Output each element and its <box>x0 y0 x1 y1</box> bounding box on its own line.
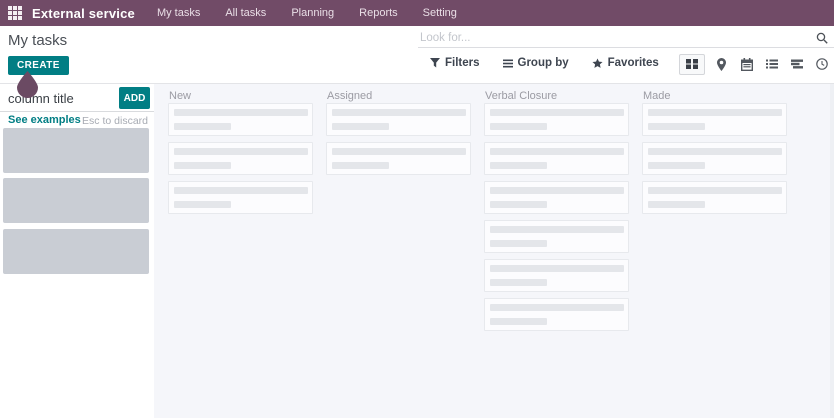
skeleton-bar-short <box>490 318 547 325</box>
list-icon <box>765 59 778 69</box>
app-window: External service My tasks All tasks Planni… <box>0 0 834 418</box>
kanban-card-skeleton <box>642 142 787 175</box>
skeleton-bar-short <box>648 201 705 208</box>
filter-button-label: Group by <box>517 57 569 69</box>
nav-item-reports[interactable]: Reports <box>359 7 398 19</box>
view-switcher <box>679 53 830 75</box>
kanban-card-skeleton <box>642 103 787 136</box>
kanban-card-skeleton <box>168 142 313 175</box>
skeleton-bar-short <box>332 162 389 169</box>
gantt-icon <box>790 59 803 69</box>
kanban-column-title: New <box>169 90 192 102</box>
view-kanban-button[interactable] <box>679 53 705 75</box>
skeleton-bar-long <box>490 304 624 311</box>
nav-item-all-tasks[interactable]: All tasks <box>225 7 266 19</box>
search-filters: Filters Group by Favorites <box>430 55 659 71</box>
kanban-card-skeleton <box>168 103 313 136</box>
filter-icon <box>430 58 440 68</box>
skeleton-bar-long <box>174 187 308 194</box>
bars-icon <box>502 59 513 68</box>
kanban-card-skeleton <box>484 220 629 253</box>
add-column-button[interactable]: ADD <box>119 87 150 109</box>
skeleton-bar-short <box>174 123 231 130</box>
search-bar <box>418 28 834 48</box>
view-gantt-button[interactable] <box>788 54 805 74</box>
skeleton-bar-short <box>332 123 389 130</box>
example-column-placeholder <box>3 128 149 173</box>
view-activity-button[interactable] <box>813 54 830 74</box>
filter-button-label: Favorites <box>607 57 659 69</box>
column-title-input[interactable] <box>8 88 114 108</box>
kanban-icon <box>686 58 698 70</box>
kanban-card-skeleton <box>326 142 471 175</box>
skeleton-bar-short <box>490 279 547 286</box>
see-examples-link[interactable]: See examples <box>8 114 81 126</box>
kanban-card-skeleton <box>484 298 629 331</box>
skeleton-bar-short <box>490 240 547 247</box>
topbar-nav: My tasks All tasks Planning Reports Setting <box>157 7 457 19</box>
skeleton-bar-long <box>490 148 624 155</box>
page-title: My tasks <box>8 32 68 49</box>
kanban-card-skeleton <box>326 103 471 136</box>
skeleton-bar-short <box>174 201 231 208</box>
nav-item-my-tasks[interactable]: My tasks <box>157 7 200 19</box>
skeleton-bar-long <box>174 148 308 155</box>
nav-item-setting[interactable]: Setting <box>423 7 457 19</box>
quick-create-column-panel: ADD See examples Esc to discard <box>0 71 154 418</box>
nav-item-planning[interactable]: Planning <box>291 7 334 19</box>
app-brand: External service <box>32 5 135 21</box>
vertical-scrollbar[interactable] <box>830 84 834 418</box>
skeleton-bar-short <box>490 201 547 208</box>
kanban-card-skeleton <box>484 142 629 175</box>
clock-icon <box>815 58 828 70</box>
skeleton-bar-long <box>648 148 782 155</box>
kanban-card-skeleton <box>484 259 629 292</box>
search-icon[interactable] <box>816 31 828 44</box>
skeleton-bar-long <box>648 187 782 194</box>
skeleton-bar-long <box>490 187 624 194</box>
esc-to-discard-hint: Esc to discard <box>82 115 148 127</box>
create-button[interactable]: CREATE <box>8 56 69 75</box>
skeleton-bar-long <box>648 109 782 116</box>
star-icon <box>592 57 603 69</box>
kanban-card-skeleton <box>168 181 313 214</box>
topbar: External service My tasks All tasks Planni… <box>0 0 834 26</box>
filter-button-label: Filters <box>445 57 480 69</box>
skeleton-bar-short <box>490 162 547 169</box>
apps-grid-icon[interactable] <box>8 6 22 20</box>
quick-create-row: ADD <box>0 84 154 112</box>
skeleton-bar-long <box>174 109 308 116</box>
skeleton-bar-short <box>490 123 547 130</box>
example-column-placeholder <box>3 229 149 274</box>
skeleton-bar-short <box>174 162 231 169</box>
group-by-button[interactable]: Group by <box>502 57 569 69</box>
skeleton-bar-long <box>490 109 624 116</box>
skeleton-bar-long <box>490 265 624 272</box>
skeleton-bar-long <box>490 226 624 233</box>
kanban-card-skeleton <box>484 181 629 214</box>
kanban-board: ADD See examples Esc to discard New Assig… <box>0 71 834 418</box>
control-panel: My tasks CREATE Filters Group by Favorites <box>0 26 834 84</box>
view-map-button[interactable] <box>713 54 730 74</box>
filters-button[interactable]: Filters <box>430 57 480 69</box>
skeleton-bar-short <box>648 162 705 169</box>
kanban-card-skeleton <box>642 181 787 214</box>
quick-create-help: See examples Esc to discard <box>0 114 154 127</box>
calendar-icon <box>740 57 753 71</box>
search-input[interactable] <box>420 28 800 47</box>
skeleton-bar-long <box>332 148 466 155</box>
map-pin-icon <box>717 57 726 71</box>
kanban-column-title: Assigned <box>327 90 373 102</box>
favorites-button[interactable]: Favorites <box>592 57 659 69</box>
skeleton-bar-long <box>332 109 466 116</box>
view-calendar-button[interactable] <box>738 54 755 74</box>
view-list-button[interactable] <box>763 54 780 74</box>
kanban-column-title: Made <box>643 90 671 102</box>
skeleton-bar-short <box>648 123 705 130</box>
example-column-placeholder <box>3 178 149 223</box>
kanban-column-title: Verbal Closure <box>485 90 558 102</box>
kanban-card-skeleton <box>484 103 629 136</box>
